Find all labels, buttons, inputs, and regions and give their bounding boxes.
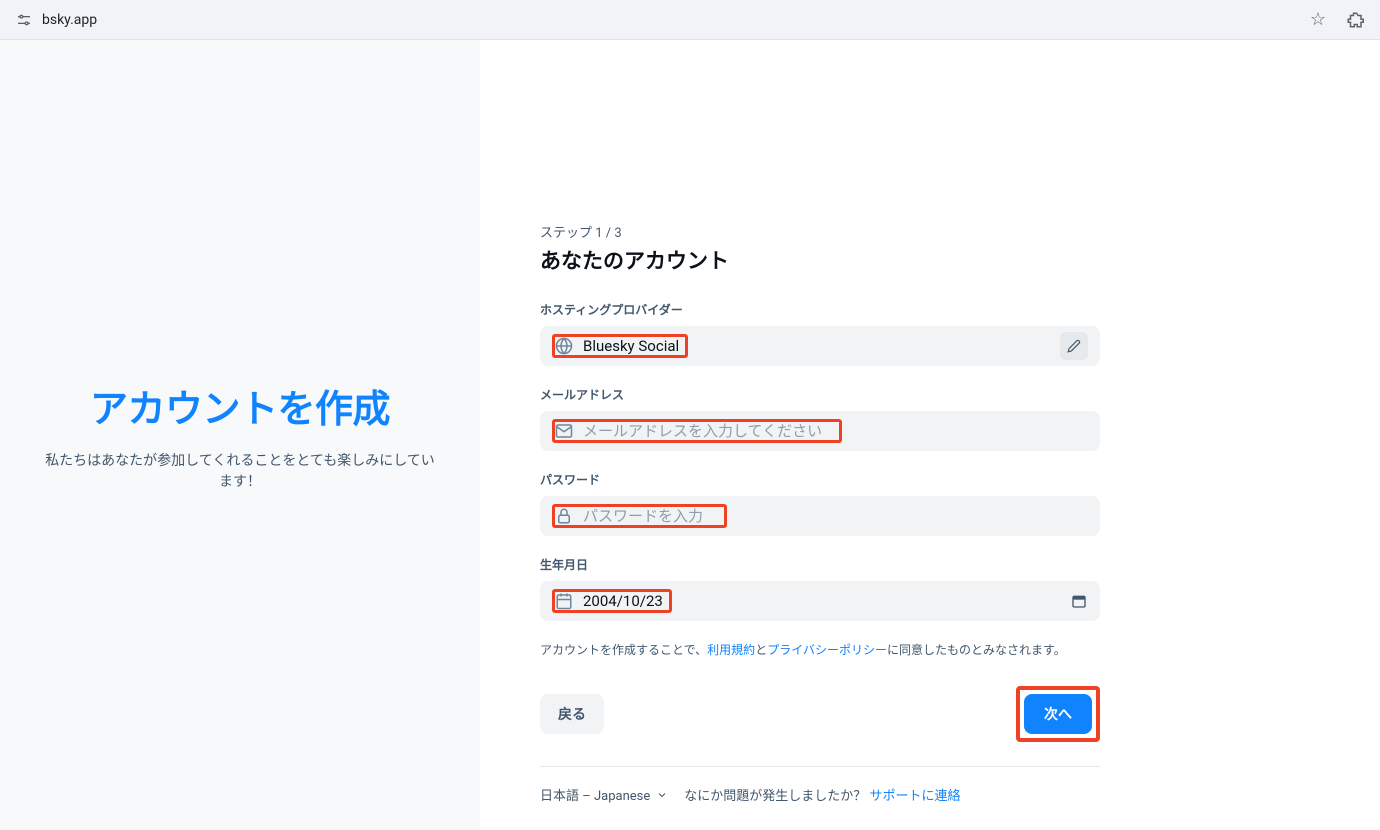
hosting-provider-field[interactable]: Bluesky Social xyxy=(540,326,1100,366)
step-indicator: ステップ 1 / 3 xyxy=(540,222,1100,241)
hero-title: アカウントを作成 xyxy=(90,378,390,433)
form-footer: 日本語 – Japanese なにか問題が発生しましたか？ サポートに連絡 xyxy=(540,785,1100,804)
edit-hosting-button[interactable] xyxy=(1060,332,1088,360)
left-hero-panel: アカウントを作成 私たちはあなたが参加してくれることをとても楽しみにしています！ xyxy=(0,40,480,830)
hosting-label: ホスティングプロバイダー xyxy=(540,301,1100,318)
url-area[interactable]: bsky.app xyxy=(16,12,1298,28)
form-heading: あなたのアカウント xyxy=(540,245,1100,275)
password-field[interactable] xyxy=(540,496,1100,536)
back-button[interactable]: 戻る xyxy=(540,694,604,734)
birthdate-value: 2004/10/23 xyxy=(583,592,663,610)
privacy-link[interactable]: プライバシーポリシー xyxy=(767,643,887,657)
support-prompt: なにか問題が発生しましたか？ xyxy=(684,789,866,804)
email-input[interactable] xyxy=(583,423,833,440)
signup-form-panel: ステップ 1 / 3 あなたのアカウント ホスティングプロバイダー Bluesk… xyxy=(480,40,1380,830)
url-text: bsky.app xyxy=(42,12,97,28)
bookmark-star-icon[interactable]: ☆ xyxy=(1310,9,1326,30)
birthdate-field[interactable]: 2004/10/23 xyxy=(540,581,1100,621)
globe-icon xyxy=(555,337,573,355)
divider xyxy=(540,766,1100,767)
hosting-value: Bluesky Social xyxy=(583,337,679,355)
email-label: メールアドレス xyxy=(540,386,1100,403)
support-link[interactable]: サポートに連絡 xyxy=(870,789,961,804)
calendar-picker-button[interactable] xyxy=(1070,592,1088,610)
birthdate-label: 生年月日 xyxy=(540,556,1100,573)
tos-link[interactable]: 利用規約 xyxy=(707,643,755,657)
lock-icon xyxy=(555,507,573,525)
site-settings-icon[interactable] xyxy=(16,12,32,28)
extensions-icon[interactable] xyxy=(1346,11,1364,29)
chevron-down-icon xyxy=(656,789,668,801)
password-input[interactable] xyxy=(583,508,718,525)
date-icon xyxy=(555,592,573,610)
password-label: パスワード xyxy=(540,471,1100,488)
hero-subtitle: 私たちはあなたが参加してくれることをとても楽しみにしています！ xyxy=(40,451,440,493)
email-field[interactable] xyxy=(540,411,1100,451)
mail-icon xyxy=(555,422,573,440)
language-selector[interactable]: 日本語 – Japanese xyxy=(540,785,668,804)
next-button[interactable]: 次へ xyxy=(1024,694,1092,734)
browser-address-bar: bsky.app ☆ xyxy=(0,0,1380,40)
terms-text: アカウントを作成することで、利用規約とプライバシーポリシーに同意したものとみなさ… xyxy=(540,641,1100,658)
language-label: 日本語 – Japanese xyxy=(540,785,650,804)
